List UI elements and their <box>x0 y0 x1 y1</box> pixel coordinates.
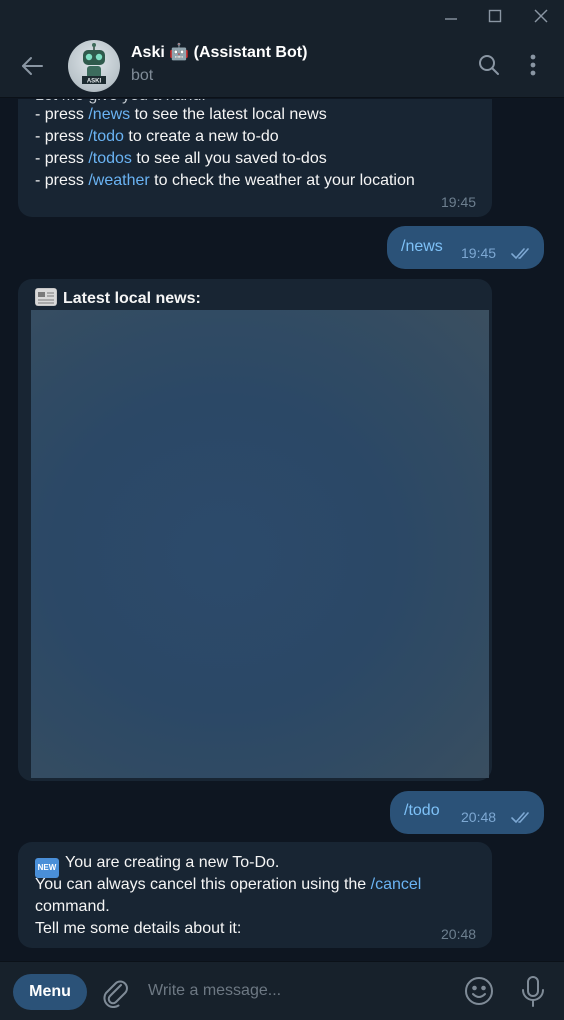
maximize-icon[interactable] <box>472 0 518 32</box>
todo-line: Tell me some details about it: <box>35 920 242 937</box>
message-time: 19:45 <box>441 194 477 210</box>
avatar-text: ASKI <box>87 79 102 85</box>
command-link-cancel[interactable]: /cancel <box>371 876 422 893</box>
news-title: Latest local news: <box>35 288 201 310</box>
command-link-news[interactable]: /news <box>88 106 130 123</box>
message-input[interactable] <box>148 978 448 1004</box>
command-link-todos[interactable]: /todos <box>88 150 132 167</box>
help-line: - press /todos to see all you saved to-d… <box>35 150 327 167</box>
outgoing-text: /todo <box>404 802 440 819</box>
back-arrow-icon[interactable] <box>18 52 46 80</box>
double-check-icon <box>510 811 534 830</box>
help-line: - press /todo to create a new to-do <box>35 128 279 145</box>
paperclip-icon[interactable] <box>100 976 130 1009</box>
newspaper-icon <box>35 288 57 306</box>
chat-header: ASKI Aski 🤖 (Assistant Bot) bot <box>0 32 564 98</box>
help-line: - press /weather to check the weather at… <box>35 172 415 189</box>
message-time: 20:48 <box>441 926 477 942</box>
message-time: 19:45 <box>461 245 497 261</box>
double-check-icon <box>510 247 534 266</box>
help-line: - press /news to see the latest local ne… <box>35 106 327 123</box>
outgoing-text: /news <box>401 238 443 255</box>
todo-line: command. <box>35 898 110 915</box>
window-titlebar <box>0 0 564 32</box>
menu-button[interactable]: Menu <box>13 974 87 1010</box>
command-link-weather[interactable]: /weather <box>88 172 149 189</box>
command-link-todo[interactable]: /todo <box>88 128 124 145</box>
message-list[interactable]: Let me give you a hand: - press /news to… <box>0 99 564 961</box>
avatar[interactable]: ASKI <box>68 40 120 92</box>
message-time: 20:48 <box>461 809 497 825</box>
microphone-icon[interactable] <box>518 974 548 1010</box>
emoji-smile-icon[interactable] <box>462 974 496 1008</box>
close-icon[interactable] <box>518 0 564 32</box>
message-composer: Menu <box>0 961 564 1020</box>
search-icon[interactable] <box>474 50 504 80</box>
chat-subtitle: bot <box>131 67 154 84</box>
news-image[interactable] <box>31 310 489 778</box>
chat-title[interactable]: Aski 🤖 (Assistant Bot) <box>131 42 307 62</box>
more-vertical-icon[interactable] <box>518 50 548 80</box>
minimize-icon[interactable] <box>428 0 474 32</box>
todo-line: You can always cancel this operation usi… <box>35 876 422 893</box>
